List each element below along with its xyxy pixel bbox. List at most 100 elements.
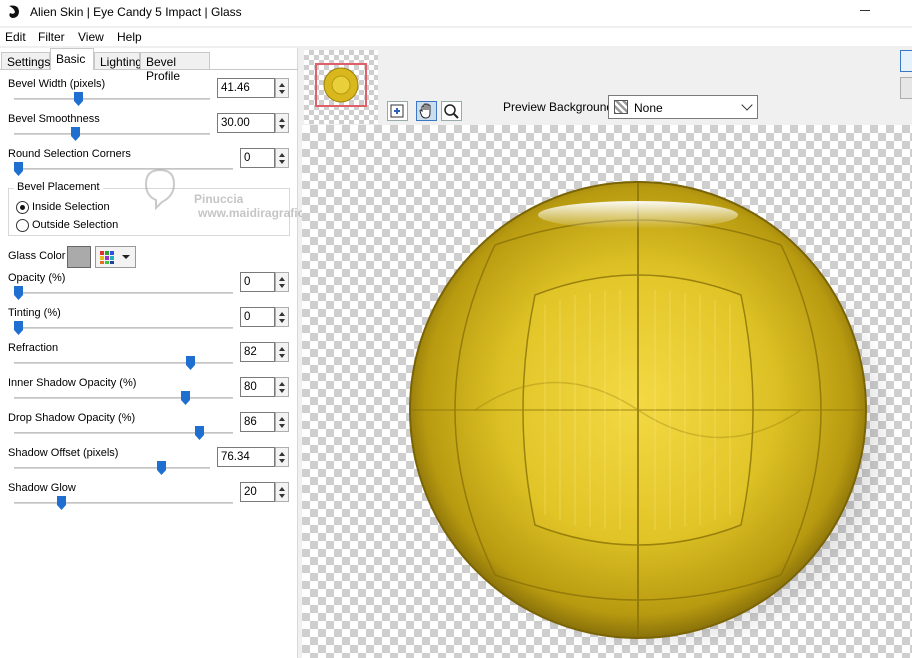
specular-highlight [538, 201, 738, 229]
shadow-offset-slider-track[interactable] [14, 467, 210, 469]
drop-shadow-spin-buttons[interactable] [275, 412, 289, 432]
refraction-spinner[interactable]: 82 [240, 342, 289, 362]
inside-selection-radio[interactable] [16, 201, 29, 214]
opacity-slider-thumb[interactable] [14, 286, 23, 300]
round-corners-slider-thumb[interactable] [14, 162, 23, 176]
shadow-offset-slider-thumb[interactable] [157, 461, 166, 475]
opacity-spin-buttons[interactable] [275, 272, 289, 292]
drop-shadow-label: Drop Shadow Opacity (%) [8, 412, 136, 424]
preview-background-select[interactable]: None [608, 95, 758, 119]
tinting-input[interactable]: 0 [240, 307, 275, 327]
menu-edit[interactable]: Edit [5, 30, 26, 44]
shadow-offset-spinner[interactable]: 76.34 [217, 447, 289, 467]
round-corners-input[interactable]: 0 [240, 148, 275, 168]
outside-selection-radio[interactable] [16, 219, 29, 232]
refraction-spin-buttons[interactable] [275, 342, 289, 362]
round-corners-spin-buttons[interactable] [275, 148, 289, 168]
tinting-spinner[interactable]: 0 [240, 307, 289, 327]
inner-shadow-slider-track[interactable] [14, 397, 233, 399]
tinting-label: Tinting (%) [8, 307, 61, 319]
glass-sphere-preview [409, 181, 897, 655]
tab-lighting[interactable]: Lighting [94, 52, 142, 70]
zoom-fit-tool-button[interactable] [387, 101, 408, 121]
bevel-smoothness-input[interactable]: 30.00 [217, 113, 275, 133]
round-corners-spinner[interactable]: 0 [240, 148, 289, 168]
magnifier-icon [444, 104, 459, 119]
opacity-label: Opacity (%) [8, 272, 66, 284]
inner-shadow-slider-thumb[interactable] [181, 391, 190, 405]
refraction-label: Refraction [8, 342, 59, 354]
inner-shadow-input[interactable]: 80 [240, 377, 275, 397]
watermark-name: Pinuccia [194, 192, 244, 206]
tab-basic[interactable]: Basic [50, 48, 94, 70]
refraction-slider-track[interactable] [14, 362, 233, 364]
glass-color-swatch[interactable] [67, 246, 91, 268]
checker-swatch-icon [614, 100, 628, 114]
preview-background-value: None [634, 101, 663, 115]
watermark-logo-icon [144, 168, 176, 210]
bevel-width-label: Bevel Width (pixels) [8, 78, 106, 90]
preview-background-label: Preview Background: [503, 100, 617, 114]
bevel-width-spinner[interactable]: 41.46 [217, 78, 289, 98]
tab-divider [0, 69, 298, 70]
hand-icon [419, 103, 431, 119]
color-grid-icon [100, 251, 130, 264]
menu-filter[interactable]: Filter [38, 30, 65, 44]
cancel-button[interactable] [900, 77, 912, 99]
bevel-width-slider-thumb[interactable] [74, 92, 83, 106]
bevel-smoothness-slider-track[interactable] [14, 133, 210, 135]
window-title: Alien Skin | Eye Candy 5 Impact | Glass [30, 5, 242, 19]
bevel-width-input[interactable]: 41.46 [217, 78, 275, 98]
bevel-width-spin-buttons[interactable] [275, 78, 289, 98]
tinting-spin-buttons[interactable] [275, 307, 289, 327]
tinting-slider-thumb[interactable] [14, 321, 23, 335]
glass-color-label: Glass Color [8, 250, 66, 262]
shadow-glow-slider-thumb[interactable] [57, 496, 66, 510]
refraction-input[interactable]: 82 [240, 342, 275, 362]
bevel-smoothness-spin-buttons[interactable] [275, 113, 289, 133]
navigator-view-frame[interactable] [315, 63, 367, 107]
bevel-width-slider-track[interactable] [14, 98, 210, 100]
tab-bevel-profile[interactable]: Bevel Profile [140, 52, 210, 83]
shadow-offset-input[interactable]: 76.34 [217, 447, 275, 467]
zoom-fit-icon [390, 104, 404, 118]
tab-settings[interactable]: Settings [1, 52, 50, 70]
tab-strip: Settings Basic Lighting Bevel Profile [0, 48, 298, 83]
opacity-input[interactable]: 0 [240, 272, 275, 292]
shadow-glow-slider-track[interactable] [14, 502, 233, 504]
alien-skin-app-icon [9, 5, 19, 18]
inner-shadow-spin-buttons[interactable] [275, 377, 289, 397]
outside-selection-label[interactable]: Outside Selection [32, 219, 118, 231]
menu-view[interactable]: View [78, 30, 104, 44]
inside-selection-label[interactable]: Inside Selection [32, 201, 110, 213]
shadow-offset-spin-buttons[interactable] [275, 447, 289, 467]
menu-bar: Edit Filter View Help [0, 28, 912, 46]
bevel-smoothness-label: Bevel Smoothness [8, 113, 100, 125]
shadow-offset-label: Shadow Offset (pixels) [8, 447, 119, 459]
inner-shadow-label: Inner Shadow Opacity (%) [8, 377, 137, 389]
bevel-smoothness-spinner[interactable]: 30.00 [217, 113, 289, 133]
round-corners-label: Round Selection Corners [8, 148, 131, 160]
refraction-slider-thumb[interactable] [186, 356, 195, 370]
opacity-slider-track[interactable] [14, 292, 233, 294]
color-picker-button[interactable] [95, 246, 136, 268]
round-corners-slider-track[interactable] [14, 168, 233, 170]
drop-shadow-spinner[interactable]: 86 [240, 412, 289, 432]
chevron-down-icon [741, 99, 753, 111]
shadow-glow-label: Shadow Glow [8, 482, 76, 494]
pan-tool-button[interactable] [416, 101, 437, 121]
shadow-glow-spinner[interactable]: 20 [240, 482, 289, 502]
bevel-placement-title: Bevel Placement [14, 181, 103, 193]
tinting-slider-track[interactable] [14, 327, 233, 329]
bevel-smoothness-slider-thumb[interactable] [71, 127, 80, 141]
shadow-glow-input[interactable]: 20 [240, 482, 275, 502]
drop-shadow-input[interactable]: 86 [240, 412, 275, 432]
ok-button[interactable] [900, 50, 912, 72]
opacity-spinner[interactable]: 0 [240, 272, 289, 292]
menu-help[interactable]: Help [117, 30, 142, 44]
drop-shadow-slider-thumb[interactable] [195, 426, 204, 440]
inner-shadow-spinner[interactable]: 80 [240, 377, 289, 397]
zoom-tool-button[interactable] [441, 101, 462, 121]
minimize-icon[interactable] [858, 0, 878, 20]
shadow-glow-spin-buttons[interactable] [275, 482, 289, 502]
